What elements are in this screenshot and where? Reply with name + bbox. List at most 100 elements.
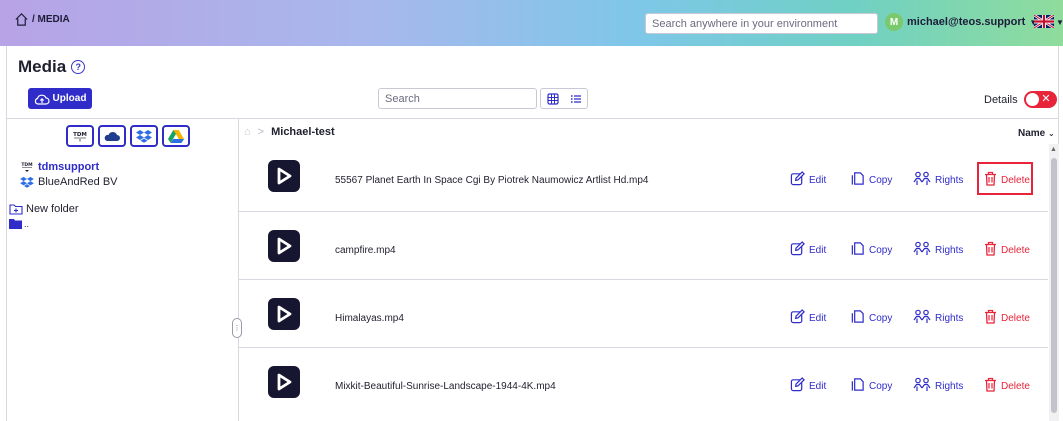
folder-icon <box>9 219 22 229</box>
rights-label: Rights <box>935 244 964 256</box>
rights-button[interactable]: Rights <box>913 309 963 327</box>
tdm-logo-icon: TDM <box>21 162 33 172</box>
path-separator: > <box>257 126 265 138</box>
delete-label: Delete <box>1001 312 1030 324</box>
copy-icon <box>850 241 865 259</box>
copy-button[interactable]: Copy <box>850 171 892 189</box>
folder-tree: TDM tdmsupport BlueAndRed BV <box>20 159 118 189</box>
file-row[interactable]: Mixkit-Beautiful-Sunrise-Landscape-1944-… <box>239 347 1048 415</box>
play-icon <box>277 167 292 185</box>
copy-icon <box>850 309 865 327</box>
copy-button[interactable]: Copy <box>850 241 892 259</box>
copy-label: Copy <box>869 244 893 256</box>
file-row[interactable]: Himalayas.mp4 Edit Copy Rights Delete <box>239 279 1048 347</box>
scroll-up-icon[interactable]: ▲ <box>1050 146 1057 153</box>
user-menu[interactable]: M michael@teos.support ▼ <box>885 13 1037 31</box>
breadcrumb[interactable]: / MEDIA <box>14 12 70 27</box>
user-email: michael@teos.support <box>907 16 1026 28</box>
file-list: 55567 Planet Earth In Space Cgi By Piotr… <box>239 145 1048 415</box>
delete-label: Delete <box>1001 244 1030 256</box>
google-drive-button[interactable] <box>162 125 190 147</box>
video-thumbnail[interactable] <box>268 298 300 330</box>
dropbox-button[interactable] <box>130 125 158 147</box>
copy-label: Copy <box>869 174 893 186</box>
copy-button[interactable]: Copy <box>850 377 892 395</box>
parent-folder-item[interactable]: .. <box>9 218 29 229</box>
path-current-folder[interactable]: Michael-test <box>271 126 335 138</box>
copy-label: Copy <box>869 312 893 324</box>
video-thumbnail[interactable] <box>268 366 300 398</box>
tdm-logo-icon: TDM <box>73 132 87 142</box>
file-row[interactable]: campfire.mp4 Edit Copy Rights Delete <box>239 211 1048 279</box>
scrollbar[interactable]: ▲ <box>1049 144 1059 421</box>
rights-icon <box>913 241 931 259</box>
rights-label: Rights <box>935 312 964 324</box>
file-name[interactable]: campfire.mp4 <box>335 245 396 256</box>
rights-button[interactable]: Rights <box>913 377 963 395</box>
copy-button[interactable]: Copy <box>850 309 892 327</box>
edit-button[interactable]: Edit <box>790 241 826 259</box>
search-input[interactable]: Search <box>378 88 537 109</box>
google-drive-icon <box>168 130 184 143</box>
file-name[interactable]: Himalayas.mp4 <box>335 313 404 324</box>
details-toggle-group: Details ✕ <box>984 91 1057 108</box>
upload-button[interactable]: Upload <box>28 88 92 109</box>
upload-label: Upload <box>52 93 87 104</box>
file-row[interactable]: 55567 Planet Earth In Space Cgi By Piotr… <box>239 145 1048 211</box>
delete-button[interactable]: Delete <box>984 309 1030 327</box>
play-icon <box>277 373 292 391</box>
file-name[interactable]: Mixkit-Beautiful-Sunrise-Landscape-1944-… <box>335 381 556 392</box>
new-folder-button[interactable]: New folder <box>9 203 79 215</box>
edit-button[interactable]: Edit <box>790 309 826 327</box>
delete-button[interactable]: Delete <box>984 241 1030 259</box>
file-name[interactable]: 55567 Planet Earth In Space Cgi By Piotr… <box>335 175 648 186</box>
svg-text:TDM: TDM <box>21 162 33 168</box>
edit-label: Edit <box>809 244 827 256</box>
language-chevron-icon[interactable]: ▼ <box>1056 18 1063 27</box>
parent-folder-label: .. <box>24 218 30 229</box>
page-title-text: Media <box>18 57 67 76</box>
help-icon[interactable]: ? <box>71 60 86 74</box>
edit-button[interactable]: Edit <box>790 377 826 395</box>
edit-icon <box>790 377 805 395</box>
rights-label: Rights <box>935 380 964 392</box>
storage-provider-row: TDM <box>66 125 190 147</box>
home-icon <box>15 13 28 26</box>
video-thumbnail[interactable] <box>268 230 300 262</box>
grid-view-icon[interactable] <box>546 92 559 105</box>
rights-button[interactable]: Rights <box>913 241 963 259</box>
edit-icon <box>790 309 805 327</box>
view-toggle[interactable] <box>540 88 588 109</box>
svg-text:TDM: TDM <box>73 132 87 138</box>
divider <box>7 118 1059 119</box>
close-icon: ✕ <box>1041 93 1051 105</box>
tree-root-label: tdmsupport <box>38 160 100 173</box>
details-toggle[interactable]: ✕ <box>1023 91 1057 108</box>
tree-item-org[interactable]: BlueAndRed BV <box>20 174 118 189</box>
new-folder-label: New folder <box>26 203 79 215</box>
scrollbar-thumb[interactable] <box>1051 158 1057 413</box>
rights-button[interactable]: Rights <box>913 171 963 189</box>
folder-plus-icon <box>9 204 23 215</box>
tree-item-root[interactable]: TDM tdmsupport <box>20 159 118 174</box>
delete-button[interactable]: Delete <box>984 377 1030 395</box>
list-view-icon[interactable] <box>570 93 582 105</box>
tdm-storage-button[interactable]: TDM <box>66 125 94 147</box>
edit-label: Edit <box>809 380 827 392</box>
language-flag-icon[interactable] <box>1034 15 1054 28</box>
edit-label: Edit <box>809 174 827 186</box>
global-search-input[interactable]: Search anywhere in your environment <box>645 13 878 34</box>
tree-org-label: BlueAndRed BV <box>38 175 118 188</box>
delete-highlight-box <box>977 162 1033 195</box>
video-thumbnail[interactable] <box>268 160 300 192</box>
home-icon[interactable]: ⌂ <box>244 126 251 138</box>
rights-label: Rights <box>935 174 964 186</box>
edit-button[interactable]: Edit <box>790 171 826 189</box>
sort-dropdown[interactable]: Name ⌄ <box>1018 128 1055 139</box>
rights-icon <box>913 171 931 189</box>
rights-icon <box>913 309 931 327</box>
edit-label: Edit <box>809 312 827 324</box>
toggle-knob <box>1025 93 1039 106</box>
cloud-upload-icon <box>34 94 50 105</box>
onedrive-button[interactable] <box>98 125 126 147</box>
